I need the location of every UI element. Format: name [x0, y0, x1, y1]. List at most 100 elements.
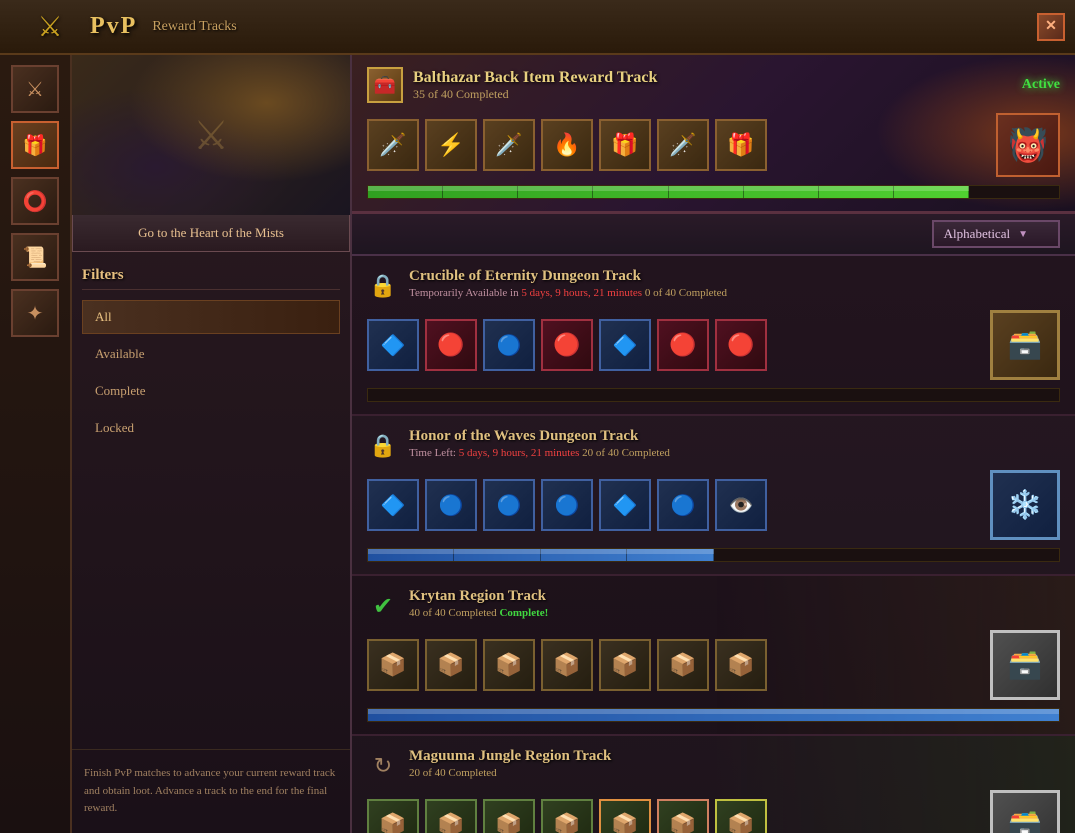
title-bar: ⚔ PvP Reward Tracks ✕ — [0, 0, 1075, 55]
reward-item-final[interactable]: 🗃️ — [990, 790, 1060, 833]
sidebar-icon-ring[interactable]: ⭕ — [11, 177, 59, 225]
crucible-info: Crucible of Eternity Dungeon Track Tempo… — [409, 268, 727, 299]
reward-item[interactable]: 🔵 — [425, 479, 477, 531]
chevron-down-icon: ▼ — [1018, 229, 1028, 240]
honor-info: Honor of the Waves Dungeon Track Time Le… — [409, 428, 670, 459]
reward-item[interactable]: 📦 — [483, 639, 535, 691]
sidebar-icon-chest[interactable]: 🎁 — [11, 121, 59, 169]
reward-item[interactable]: 📦 — [715, 799, 767, 833]
reward-item[interactable]: 🔷 — [367, 479, 419, 531]
reward-item[interactable]: 🔷 — [599, 479, 651, 531]
reward-item[interactable]: ⚡ — [425, 119, 477, 171]
filter-all[interactable]: All — [82, 300, 340, 334]
tick — [744, 186, 819, 198]
tick — [443, 186, 518, 198]
crucible-sub: Temporarily Available in 5 days, 9 hours… — [409, 287, 727, 299]
tick — [894, 186, 969, 198]
active-track-header: 🧰 Balthazar Back Item Reward Track 35 of… — [367, 67, 1060, 103]
reward-item[interactable]: 📦 — [599, 799, 651, 833]
crucible-progress-bar — [367, 388, 1060, 402]
reward-item[interactable]: 📦 — [425, 639, 477, 691]
time-value: 5 days, 9 hours, 21 minutes — [521, 287, 642, 299]
honor-header: 🔒 Honor of the Waves Dungeon Track Time … — [367, 428, 1060, 462]
krytan-progress: 40 of 40 Completed — [409, 607, 497, 619]
crucible-header: 🔒 Crucible of Eternity Dungeon Track Tem… — [367, 268, 1060, 302]
crucible-progress: 0 of 40 Completed — [645, 287, 727, 299]
reward-item[interactable]: 📦 — [541, 799, 593, 833]
reward-item[interactable]: 🔥 — [541, 119, 593, 171]
active-track-fill — [368, 186, 969, 198]
crucible-rewards: 🔷 🔴 🔵 🔴 🔷 🔴 🔴 🗃️ — [367, 310, 1060, 380]
sort-bar: Alphabetical ▼ — [352, 214, 1075, 256]
hint-text: Finish PvP matches to advance your curre… — [72, 749, 350, 833]
sort-dropdown[interactable]: Alphabetical ▼ — [932, 220, 1060, 248]
honor-name: Honor of the Waves Dungeon Track — [409, 428, 670, 445]
reward-item[interactable]: 📦 — [715, 639, 767, 691]
reward-item[interactable]: 📦 — [657, 639, 709, 691]
filter-complete[interactable]: Complete — [82, 374, 340, 408]
reward-item[interactable]: 🔷 — [599, 319, 651, 371]
close-button[interactable]: ✕ — [1037, 13, 1065, 41]
maguuma-progress: 20 of 40 Completed — [409, 767, 497, 779]
reward-item[interactable]: 🗡️ — [367, 119, 419, 171]
content-area: ⚔ 🎁 ⭕ 📜 ✦ Go to the Heart of the Mists F… — [0, 55, 1075, 833]
tracks-scroll[interactable]: 🔒 Crucible of Eternity Dungeon Track Tem… — [352, 256, 1075, 833]
sidebar-icon-scroll[interactable]: 📜 — [11, 233, 59, 281]
tick — [669, 186, 744, 198]
lock-icon: 🔒 — [367, 270, 399, 302]
left-panel: Go to the Heart of the Mists Filters All… — [72, 55, 352, 833]
reward-item[interactable]: 🔴 — [425, 319, 477, 371]
filter-locked[interactable]: Locked — [82, 411, 340, 445]
reward-item[interactable]: 📦 — [599, 639, 651, 691]
krytan-sub: 40 of 40 Completed Complete! — [409, 607, 548, 619]
krytan-progress-bar — [367, 708, 1060, 722]
sidebar-icon-crossed[interactable]: ✦ — [11, 289, 59, 337]
go-to-mists-button[interactable]: Go to the Heart of the Mists — [72, 215, 350, 252]
honor-rewards: 🔷 🔵 🔵 🔵 🔷 🔵 👁️ ❄️ — [367, 470, 1060, 540]
maguuma-rewards: 📦 📦 📦 📦 📦 📦 📦 🗃️ — [367, 790, 1060, 833]
reward-item[interactable]: 🔷 — [367, 319, 419, 371]
sidebar-icon-sword[interactable]: ⚔ — [11, 65, 59, 113]
reward-item[interactable]: 📦 — [367, 639, 419, 691]
tick — [518, 186, 593, 198]
track-maguuma: ↻ Maguuma Jungle Region Track 20 of 40 C… — [352, 736, 1075, 833]
tick — [368, 549, 454, 561]
tick — [454, 549, 540, 561]
krytan-info: Krytan Region Track 40 of 40 Completed C… — [409, 588, 548, 619]
checkmark-icon: ✔ — [367, 590, 399, 622]
krytan-fill — [368, 709, 1059, 721]
reward-item-final[interactable]: ❄️ — [990, 470, 1060, 540]
reward-item[interactable]: 📦 — [483, 799, 535, 833]
reward-item[interactable]: 📦 — [541, 639, 593, 691]
reward-item[interactable]: 📦 — [657, 799, 709, 833]
sidebar-icons: ⚔ 🎁 ⭕ 📜 ✦ — [0, 55, 72, 833]
reward-item[interactable]: 🗡️ — [483, 119, 535, 171]
reward-item[interactable]: 🔵 — [541, 479, 593, 531]
maguuma-sub: 20 of 40 Completed — [409, 767, 611, 779]
reward-item[interactable]: 🎁 — [599, 119, 651, 171]
reward-item[interactable]: 🔴 — [541, 319, 593, 371]
krytan-complete: Complete! — [499, 607, 548, 619]
reward-item[interactable]: 🗡️ — [657, 119, 709, 171]
reward-item[interactable]: 🔴 — [715, 319, 767, 371]
reward-item-final[interactable]: 🗃️ — [990, 630, 1060, 700]
reward-item[interactable]: 🔵 — [483, 319, 535, 371]
reward-item-final[interactable]: 🗃️ — [990, 310, 1060, 380]
reward-item[interactable]: 🔴 — [657, 319, 709, 371]
reward-item-final[interactable]: 👹 — [996, 113, 1060, 177]
crucible-name: Crucible of Eternity Dungeon Track — [409, 268, 727, 285]
active-track: 🧰 Balthazar Back Item Reward Track 35 of… — [352, 55, 1075, 214]
active-track-info: Balthazar Back Item Reward Track 35 of 4… — [413, 69, 1012, 102]
active-track-icon: 🧰 — [367, 67, 403, 103]
filter-available[interactable]: Available — [82, 337, 340, 371]
reward-item[interactable]: 👁️ — [715, 479, 767, 531]
time-label: Temporarily Available in — [409, 287, 519, 299]
maguuma-name: Maguuma Jungle Region Track — [409, 748, 611, 765]
reward-item[interactable]: 🎁 — [715, 119, 767, 171]
reward-item[interactable]: 🔵 — [657, 479, 709, 531]
filters-section: Filters All Available Complete Locked — [72, 252, 350, 749]
reward-item[interactable]: 🔵 — [483, 479, 535, 531]
reward-item[interactable]: 📦 — [425, 799, 477, 833]
tick — [819, 186, 894, 198]
reward-item[interactable]: 📦 — [367, 799, 419, 833]
